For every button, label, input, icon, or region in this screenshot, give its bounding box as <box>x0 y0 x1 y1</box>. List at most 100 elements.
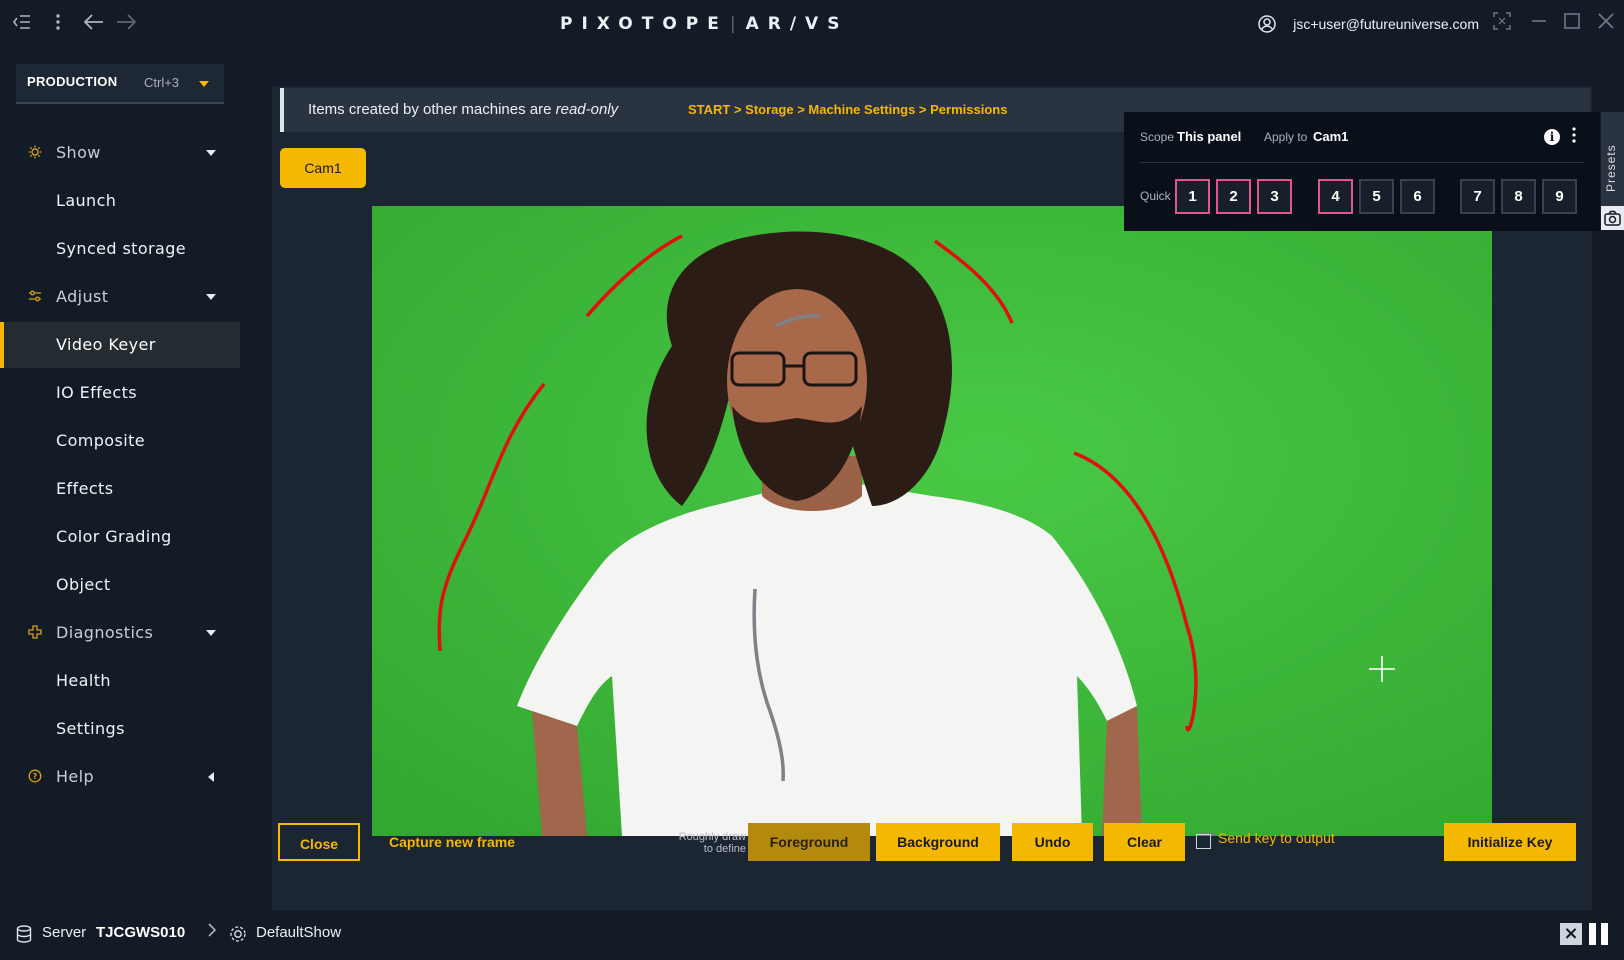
sidebar-group-adjust[interactable]: Adjust <box>0 274 240 320</box>
info-icon[interactable]: i <box>1544 129 1560 145</box>
foreground-button[interactable]: Foreground <box>748 823 870 861</box>
video-frame-image <box>372 206 1492 836</box>
sidebar-item-object[interactable]: Object <box>0 562 240 608</box>
quick-preset-4[interactable]: 4 <box>1318 179 1353 214</box>
server-name[interactable]: TJCGWS010 <box>96 924 185 941</box>
chevron-down-icon <box>206 150 216 156</box>
maximize-icon[interactable] <box>1560 12 1584 36</box>
sidebar-item-label: Composite <box>56 431 145 450</box>
send-key-checkbox[interactable] <box>1196 834 1211 849</box>
notice-text: Items created by other machines are read… <box>308 101 618 118</box>
sidebar-item-video-keyer[interactable]: Video Keyer <box>0 322 240 368</box>
sidebar-group-help[interactable]: ? Help <box>0 754 240 800</box>
sidebar-item-label: Video Keyer <box>56 335 156 354</box>
divider <box>1140 162 1584 163</box>
sidebar-group-show[interactable]: Show <box>0 130 240 176</box>
keyer-video-canvas[interactable] <box>372 206 1492 836</box>
close-button[interactable]: Close <box>278 823 360 861</box>
sidebar-item-label: Color Grading <box>56 527 172 546</box>
background-button[interactable]: Background <box>876 823 1000 861</box>
sidebar-item-io-effects[interactable]: IO Effects <box>0 370 240 416</box>
apply-to-value[interactable]: Cam1 <box>1313 129 1348 144</box>
more-vertical-icon[interactable] <box>46 12 70 36</box>
clear-button[interactable]: Clear <box>1104 823 1185 861</box>
production-shortcut: Ctrl+3 <box>144 75 180 90</box>
medical-cross-icon <box>28 625 42 639</box>
chevron-left-icon <box>208 772 214 782</box>
collapse-sidebar-icon[interactable] <box>10 12 34 36</box>
window-close-icon[interactable] <box>1594 12 1618 36</box>
sidebar-group-diagnostics[interactable]: Diagnostics <box>0 610 240 656</box>
presets-tab-label: Presets <box>1604 144 1618 192</box>
back-arrow-icon[interactable] <box>82 12 106 36</box>
logo-text: PIXOTOPE <box>560 14 728 34</box>
sidebar-item-label: Synced storage <box>56 239 187 258</box>
quick-preset-1[interactable]: 1 <box>1175 179 1210 214</box>
sidebar-item-settings[interactable]: Settings <box>0 706 240 752</box>
quick-preset-6[interactable]: 6 <box>1400 179 1435 214</box>
server-label: Server <box>42 924 87 941</box>
sidebar-item-label: Settings <box>56 719 125 738</box>
current-show[interactable]: DefaultShow <box>256 924 341 941</box>
pause-icon[interactable] <box>1588 923 1610 945</box>
quick-label: Quick <box>1140 189 1171 203</box>
sidebar-item-label: IO Effects <box>56 383 138 402</box>
show-gear-icon <box>230 926 246 942</box>
more-vertical-icon[interactable] <box>1568 126 1580 146</box>
sidebar: PRODUCTION Ctrl+3 Show Launch Synced sto… <box>0 48 240 910</box>
sidebar-item-effects[interactable]: Effects <box>0 466 240 512</box>
draw-hint-line: to define <box>703 843 746 855</box>
camera-icon[interactable] <box>1601 206 1624 230</box>
draw-hint: Roughly draw to define <box>644 831 746 855</box>
sidebar-item-label: Launch <box>56 191 117 210</box>
sidebar-group-label: Adjust <box>56 287 109 306</box>
help-circle-icon: ? <box>28 769 42 783</box>
fullscreen-icon[interactable] <box>1490 12 1514 36</box>
undo-button[interactable]: Undo <box>1012 823 1093 861</box>
sliders-icon <box>28 289 42 303</box>
capture-new-frame-button[interactable]: Capture new frame <box>382 823 522 861</box>
user-email[interactable]: jsc+user@futureuniverse.com <box>1293 13 1479 35</box>
chevron-down-icon <box>199 81 209 87</box>
quick-preset-5[interactable]: 5 <box>1359 179 1394 214</box>
sidebar-item-composite[interactable]: Composite <box>0 418 240 464</box>
apply-to-label: Apply to <box>1264 130 1308 144</box>
svg-text:?: ? <box>33 772 38 781</box>
forward-arrow-icon[interactable] <box>114 12 138 36</box>
permissions-breadcrumb-link[interactable]: START > Storage > Machine Settings > Per… <box>688 102 1007 117</box>
quick-preset-3[interactable]: 3 <box>1257 179 1292 214</box>
sidebar-item-health[interactable]: Health <box>0 658 240 704</box>
sidebar-group-label: Show <box>56 143 101 162</box>
sidebar-item-synced-storage[interactable]: Synced storage <box>0 226 240 272</box>
scope-label: Scope <box>1140 130 1175 144</box>
user-icon <box>1258 15 1276 33</box>
initialize-key-button[interactable]: Initialize Key <box>1444 823 1576 861</box>
status-bar: Server TJCGWS010 DefaultShow × <box>0 910 1624 960</box>
quick-preset-8[interactable]: 8 <box>1501 179 1536 214</box>
notice-message: Items created by other machines are <box>308 101 556 118</box>
presets-panel: Scope This panel Apply to Cam1 i Quick 1… <box>1124 112 1600 231</box>
close-icon[interactable]: × <box>1560 923 1582 945</box>
sidebar-item-label: Effects <box>56 479 114 498</box>
sidebar-group-label: Help <box>56 767 95 786</box>
sidebar-item-label: Object <box>56 575 111 594</box>
production-selector[interactable]: PRODUCTION Ctrl+3 <box>16 64 224 104</box>
quick-preset-9[interactable]: 9 <box>1542 179 1577 214</box>
send-key-label[interactable]: Send key to output <box>1218 830 1335 846</box>
scope-value[interactable]: This panel <box>1177 129 1241 144</box>
sidebar-item-launch[interactable]: Launch <box>0 178 240 224</box>
sidebar-group-label: Diagnostics <box>56 623 154 642</box>
production-label: PRODUCTION <box>27 74 118 89</box>
chevron-down-icon <box>206 630 216 636</box>
chevron-right-icon <box>207 922 217 942</box>
app-logo: PIXOTOPE | AR/VS <box>560 14 849 34</box>
minimize-icon[interactable] <box>1527 12 1551 36</box>
presets-side-tab[interactable]: Presets <box>1601 112 1624 206</box>
quick-preset-2[interactable]: 2 <box>1216 179 1251 214</box>
logo-sub-text: AR/VS <box>745 14 849 34</box>
tab-cam1[interactable]: Cam1 <box>280 148 366 188</box>
sidebar-item-color-grading[interactable]: Color Grading <box>0 514 240 560</box>
notice-emphasis: read-only <box>555 101 619 118</box>
quick-preset-7[interactable]: 7 <box>1460 179 1495 214</box>
title-bar: PIXOTOPE | AR/VS jsc+user@futureuniverse.c… <box>0 0 1624 48</box>
